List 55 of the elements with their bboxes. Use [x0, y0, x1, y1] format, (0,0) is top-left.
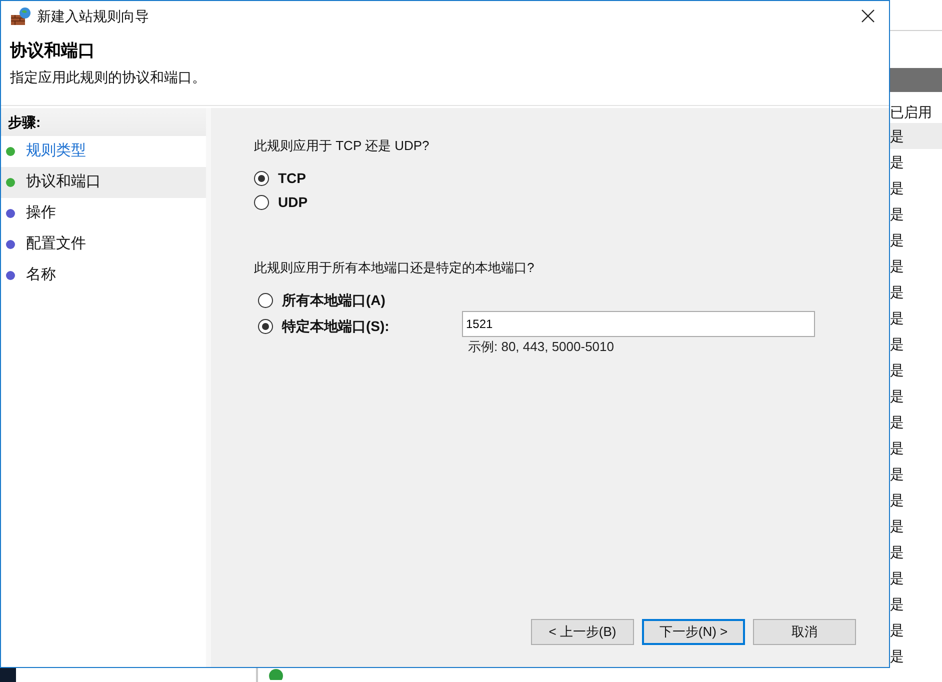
table-cell-text: 是: [890, 542, 905, 562]
table-cell-text: 是: [890, 152, 905, 172]
radio-button[interactable]: [254, 195, 269, 210]
wizard-button[interactable]: 取消: [753, 619, 856, 645]
table-cell: 是: [890, 123, 942, 149]
radio-button[interactable]: [258, 292, 273, 308]
step-item[interactable]: 名称: [1, 260, 206, 291]
port-input[interactable]: 1521: [462, 311, 815, 337]
page-subtitle: 指定应用此规则的协议和端口。: [10, 68, 207, 87]
option-label: UDP: [278, 193, 308, 212]
table-cell-text: 是: [890, 308, 905, 328]
question-text: 此规则应用于 TCP 还是 UDP?: [254, 137, 430, 155]
window-title: 新建入站规则向导: [37, 6, 149, 26]
toolbar-background: [890, 68, 942, 92]
option-label: 所有本地端口(A): [282, 290, 386, 310]
table-cell-text: 是: [890, 178, 905, 198]
option-label: TCP: [278, 169, 306, 188]
table-cell-text: 是: [890, 646, 905, 666]
table-cell-text: 是: [890, 334, 905, 354]
step-label: 规则类型: [26, 141, 86, 162]
column-header: 已启用: [890, 103, 933, 122]
radio-button[interactable]: [258, 318, 273, 334]
page-heading: 协议和端口: [10, 40, 96, 62]
question-text: 此规则应用于所有本地端口还是特定的本地端口?: [254, 258, 536, 276]
table-cell-text: 是: [890, 230, 905, 250]
step-label: 协议和端口: [26, 172, 101, 192]
step-label: 名称: [26, 265, 56, 286]
table-cell-text: 是: [890, 620, 905, 640]
table-cell-text: 是: [890, 360, 905, 380]
radio-button[interactable]: [254, 171, 269, 186]
table-cell-text: 是: [890, 282, 905, 302]
table-cell-text: 是: [890, 386, 905, 406]
table-cell-text: 是: [890, 464, 905, 484]
step-label: 操作: [26, 203, 56, 224]
table-cell-text: 是: [890, 568, 905, 588]
wizard-button[interactable]: 下一步(N) >: [642, 619, 745, 645]
close-icon[interactable]: [861, 9, 875, 23]
wizard-button[interactable]: < 上一步(B): [531, 619, 634, 645]
table-cell-text: 是: [890, 412, 905, 432]
step-item[interactable]: 协议和端口: [1, 167, 206, 198]
table-cell-text: 是: [890, 594, 905, 614]
step-item[interactable]: 操作: [1, 198, 206, 229]
firewall-icon: [11, 7, 31, 25]
table-cell-text: 是: [890, 256, 905, 276]
steps-heading: 步骤:: [1, 108, 206, 136]
table-cell-text: 是: [890, 438, 905, 458]
step-item[interactable]: 配置文件: [1, 229, 206, 260]
taskbar-edge: [0, 668, 16, 682]
example-hint: 示例: 80, 443, 5000-5010: [467, 338, 615, 356]
table-cell-text: 是: [890, 204, 905, 224]
step-label: 配置文件: [26, 234, 86, 254]
option-label: 特定本地端口(S):: [282, 316, 390, 336]
table-cell-text: 是: [890, 490, 905, 510]
table-cell-text: 是: [890, 516, 905, 536]
step-item[interactable]: 规则类型: [1, 136, 206, 167]
